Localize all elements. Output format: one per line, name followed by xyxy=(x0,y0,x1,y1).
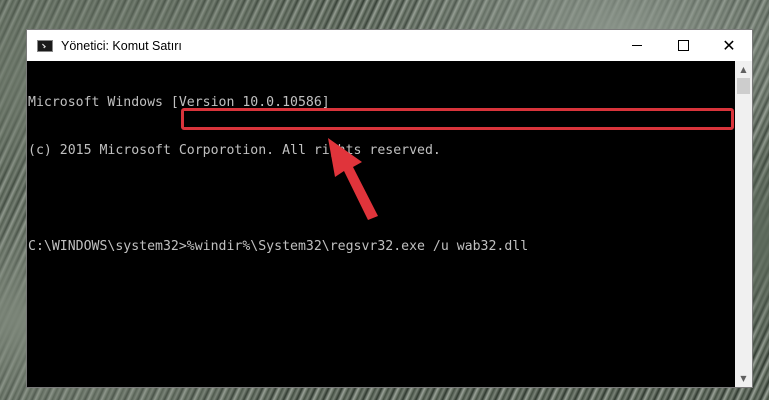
window-controls: ✕ xyxy=(614,30,752,61)
scroll-thumb[interactable] xyxy=(737,78,750,94)
scroll-down-icon: ▼ xyxy=(740,374,747,383)
title-bar[interactable]: Yönetici: Komut Satırı ✕ xyxy=(27,30,752,61)
close-icon: ✕ xyxy=(722,35,736,55)
close-button[interactable]: ✕ xyxy=(706,30,752,61)
console-command-line: C:\WINDOWS\system32>%windir%\System32\re… xyxy=(28,239,529,254)
maximize-button[interactable] xyxy=(660,30,706,61)
window-title: Yönetici: Komut Satırı xyxy=(61,38,182,53)
minimize-icon xyxy=(632,45,642,46)
scroll-up-button[interactable]: ▲ xyxy=(735,61,752,78)
command-highlight-box xyxy=(181,108,734,130)
vertical-scrollbar[interactable]: ▲ ▼ xyxy=(735,61,752,387)
scroll-down-button[interactable]: ▼ xyxy=(735,370,752,387)
arrow-pointer-icon xyxy=(328,138,378,220)
command-prompt-window: Yönetici: Komut Satırı ✕ Microsoft Windo… xyxy=(26,29,753,388)
console-app-icon xyxy=(37,39,53,52)
minimize-button[interactable] xyxy=(614,30,660,61)
scroll-up-icon: ▲ xyxy=(740,65,747,74)
maximize-icon xyxy=(677,40,689,51)
